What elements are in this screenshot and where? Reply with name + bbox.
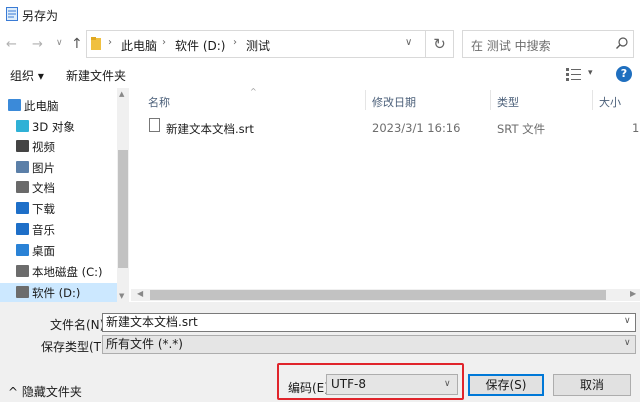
sidebar-item-label: 本地磁盘 (C:) [32, 265, 103, 279]
sidebar-item-label: 软件 (D:) [32, 286, 81, 300]
back-button[interactable]: ← [6, 38, 17, 52]
up-button[interactable]: ↑ [71, 36, 83, 52]
sidebar-item-label: 视频 [32, 140, 55, 154]
sidebar-item-5[interactable]: 下载 [0, 199, 110, 219]
recent-locations-button[interactable]: ∨ [56, 38, 63, 48]
sidebar-item-2[interactable]: 视频 [0, 137, 110, 157]
title-bar [0, 0, 640, 30]
breadcrumb-test[interactable]: 测试 [246, 37, 270, 54]
filetype-select[interactable]: 所有文件 (*.*) [102, 335, 636, 354]
column-divider[interactable] [365, 90, 366, 110]
sidebar-item-4[interactable]: 文档 [0, 178, 110, 198]
download-icon [16, 202, 29, 214]
music-icon [16, 223, 29, 235]
navigation-scroll-thumb[interactable] [118, 150, 128, 268]
column-divider[interactable] [490, 90, 491, 110]
sidebar-item-8[interactable]: 本地磁盘 (C:) [0, 262, 110, 282]
forward-button[interactable]: → [32, 38, 43, 52]
search-placeholder: 在 测试 中搜索 [471, 39, 551, 53]
file-modified-date: 2023/3/1 16:16 [372, 121, 461, 135]
column-header-size[interactable]: 大小 [599, 94, 621, 110]
sidebar-item-label: 3D 对象 [32, 120, 75, 134]
view-dropdown-button[interactable]: ▾ [588, 68, 593, 78]
scroll-up-arrow-icon[interactable]: ▲ [119, 90, 124, 98]
drive-c-icon [16, 265, 29, 277]
sidebar-item-label: 桌面 [32, 244, 55, 258]
sidebar-item-label: 文档 [32, 181, 55, 195]
hide-folders-toggle[interactable]: ^ 隐藏文件夹 [8, 383, 82, 400]
address-bar[interactable]: › 此电脑 › 软件 (D:) › 测试 ∨ [86, 30, 426, 58]
sidebar-item-1[interactable]: 3D 对象 [0, 117, 110, 137]
sidebar-item-3[interactable]: 图片 [0, 158, 110, 178]
column-header-date[interactable]: 修改日期 [372, 94, 416, 110]
save-button[interactable]: 保存(S) [468, 374, 544, 396]
cube-3d-icon [16, 120, 29, 132]
sidebar-item-label: 此电脑 [24, 99, 59, 113]
refresh-button[interactable]: ↻ [426, 30, 454, 58]
sidebar-item-label: 下载 [32, 202, 55, 216]
folder-icon [91, 37, 101, 50]
video-icon [16, 140, 29, 152]
search-input[interactable]: 在 测试 中搜索 [462, 30, 634, 58]
sidebar-item-label: 音乐 [32, 223, 55, 237]
organize-button[interactable]: 组织 ▾ [10, 67, 44, 84]
window-title: 另存为 [22, 9, 59, 23]
breadcrumb-separator: › [108, 37, 112, 48]
desktop-icon [16, 244, 29, 256]
encoding-select[interactable]: UTF-8 [326, 374, 458, 395]
breadcrumb-drive-d[interactable]: 软件 (D:) [175, 37, 225, 54]
help-icon[interactable]: ? [616, 66, 632, 82]
address-history-dropdown[interactable]: ∨ [405, 37, 412, 48]
filename-history-dropdown[interactable]: ∨ [624, 316, 631, 326]
file-size: 1 [632, 121, 640, 135]
search-icon[interactable] [615, 36, 629, 50]
horizontal-scroll-thumb[interactable] [150, 290, 606, 300]
sort-ascending-icon: ^ [250, 87, 257, 96]
filetype-label: 保存类型(T): [41, 340, 110, 354]
picture-icon [16, 161, 29, 173]
filename-label: 文件名(N): [50, 318, 109, 332]
column-divider[interactable] [592, 90, 593, 110]
scroll-down-arrow-icon[interactable]: ▼ [119, 292, 124, 300]
column-header-type[interactable]: 类型 [497, 94, 519, 110]
filename-field[interactable]: 新建文本文档.srt [102, 313, 636, 332]
notepad-icon [6, 7, 18, 21]
document-icon [16, 181, 29, 193]
breadcrumb-separator: › [233, 37, 237, 48]
cancel-button[interactable]: 取消 [553, 374, 631, 396]
computer-icon [8, 99, 21, 111]
scroll-right-arrow-icon[interactable]: ▶ [630, 289, 636, 298]
file-name[interactable]: 新建文本文档.srt [166, 121, 254, 137]
breadcrumb-separator: › [162, 37, 166, 48]
sidebar-item-9[interactable]: 软件 (D:) [0, 283, 110, 303]
encoding-dropdown-arrow[interactable]: ∨ [444, 379, 451, 389]
drive-d-icon [16, 286, 29, 298]
sidebar-item-0[interactable]: 此电脑 [0, 96, 102, 116]
column-header-name[interactable]: 名称 [148, 94, 170, 110]
sidebar-item-6[interactable]: 音乐 [0, 220, 110, 240]
breadcrumb-this-pc[interactable]: 此电脑 [121, 37, 157, 54]
filetype-dropdown-arrow[interactable]: ∨ [624, 338, 631, 348]
new-folder-button[interactable]: 新建文件夹 [66, 67, 126, 84]
sidebar-item-7[interactable]: 桌面 [0, 241, 110, 261]
scroll-left-arrow-icon[interactable]: ◀ [137, 289, 143, 298]
sidebar-item-label: 图片 [32, 161, 55, 175]
text-file-icon [149, 118, 160, 132]
file-type: SRT 文件 [497, 122, 546, 136]
view-options-icon[interactable] [566, 67, 582, 81]
